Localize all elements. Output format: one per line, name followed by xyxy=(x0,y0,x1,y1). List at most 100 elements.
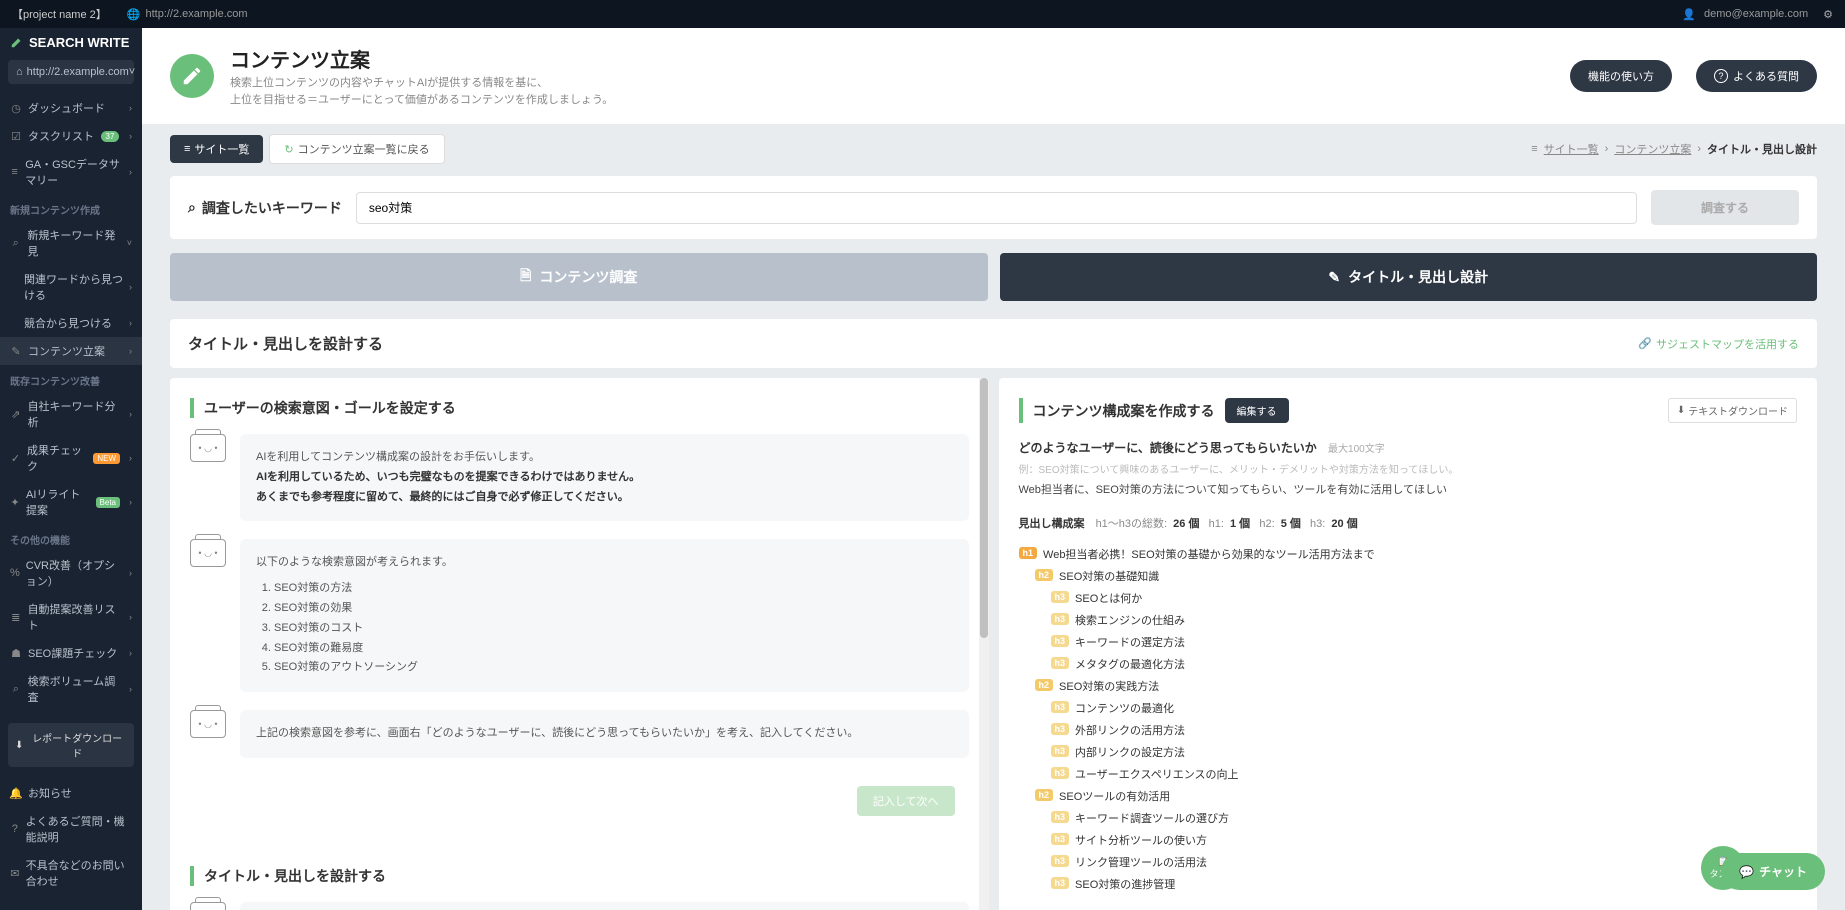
chevron-right-icon: › xyxy=(129,103,132,113)
nav-own-keyword[interactable]: ⇗自社キーワード分析› xyxy=(0,392,142,436)
search-icon: ⌕ xyxy=(188,199,196,216)
proceed-button[interactable]: 記入して次へ xyxy=(857,786,955,816)
outline-text: コンテンツの最適化 xyxy=(1075,700,1174,716)
doc-icon: 🗎 xyxy=(520,265,531,289)
link-icon: 🔗 xyxy=(1638,337,1652,350)
page-icon xyxy=(170,54,214,98)
outline-row[interactable]: h3リンク管理ツールの活用法 xyxy=(1019,851,1798,873)
page-description: 検索上位コンテンツの内容やチャットAIが提供する情報を基に、上位を目指せる＝ユー… xyxy=(230,75,1546,108)
outline-row[interactable]: h3 ユーザーエクスペリエンスの向上 xyxy=(1019,763,1798,785)
question-hint: 例：SEO対策について興味のあるユーザーに、メリット・デメリットや対策方法を知っ… xyxy=(1019,461,1798,476)
outline-row[interactable]: h3内部リンクの設定方法 xyxy=(1019,741,1798,763)
globe-icon: 🌐 xyxy=(127,8,141,21)
site-list-pill[interactable]: ≡サイト一覧 xyxy=(170,135,263,163)
outline-row[interactable]: h3SEOとは何か xyxy=(1019,587,1798,609)
question-icon: ? xyxy=(1714,69,1728,83)
question-label: どのようなユーザーに、読後にどう思ってもらいたいか xyxy=(1019,441,1317,455)
nav-result-check[interactable]: ✓成果チェックNEW› xyxy=(0,436,142,480)
user-icon: 👤 xyxy=(1682,8,1696,21)
scrollbar[interactable] xyxy=(979,378,989,910)
report-download-button[interactable]: ⬇レポートダウンロード xyxy=(8,723,134,767)
nav-section-new: 新規コンテンツ作成 xyxy=(0,194,142,221)
chat-float-button[interactable]: 💬 チャット xyxy=(1721,853,1825,890)
list-icon: ≣ xyxy=(10,611,22,623)
outline-row[interactable]: h3コンテンツの最適化 xyxy=(1019,697,1798,719)
right-panel: コンテンツ構成案を作成する 編集する ⬇テキストダウンロード どのようなユーザー… xyxy=(999,378,1818,910)
edit-button[interactable]: 編集する xyxy=(1225,398,1289,423)
heading-tag: h2 xyxy=(1035,569,1054,581)
outline-tree: h1Web担当者必携！SEO対策の基礎から効果的なツール活用方法までh2SEO対… xyxy=(1019,543,1798,895)
outline-row[interactable]: h3メタタグの最適化方法 xyxy=(1019,653,1798,675)
nav-seo-check[interactable]: ☗SEO課題チェック› xyxy=(0,639,142,667)
heading-tag: h3 xyxy=(1051,635,1070,647)
outline-text: リンク管理ツールの活用法 xyxy=(1075,854,1207,870)
logo[interactable]: SEARCH WRITE xyxy=(0,28,142,56)
outline-text: SEOツールの有効活用 xyxy=(1059,788,1170,804)
tab-title-heading[interactable]: ✎タイトル・見出し設計 xyxy=(1000,253,1818,301)
search-button[interactable]: 調査する xyxy=(1651,190,1799,225)
outline-row[interactable]: h3外部リンクの活用方法 xyxy=(1019,719,1798,741)
back-to-list-pill[interactable]: ↻コンテンツ立案一覧に戻る xyxy=(269,134,444,164)
search-icon: ⌕ xyxy=(10,237,21,249)
chevron-down-icon: ˅ xyxy=(129,66,135,78)
chat-bubble: 上記の検索意図を参考に、画面右「どのようなユーザーに、読後にどう思ってもらいたい… xyxy=(240,710,969,758)
text-download-button[interactable]: ⬇テキストダウンロード xyxy=(1668,398,1797,423)
section-title: タイトル・見出しを設計する xyxy=(188,333,383,354)
how-to-use-button[interactable]: 機能の使い方 xyxy=(1570,60,1672,92)
intent-item: SEO対策のコスト xyxy=(274,619,953,639)
outline-row[interactable]: h3 キーワードの選定方法 xyxy=(1019,631,1798,653)
nav-dashboard[interactable]: ◷ダッシュボード› xyxy=(0,94,142,122)
shield-icon: ☗ xyxy=(10,647,22,659)
site-selector[interactable]: ⌂http://2.example.com ˅ xyxy=(8,60,134,84)
nav-cvr[interactable]: %CVR改善（オプション）› xyxy=(0,551,142,595)
nav-ai-rewrite[interactable]: ✦AIリライト提案Beta› xyxy=(0,480,142,524)
settings-icon[interactable]: ⚙ xyxy=(1823,8,1833,21)
heading-tag: h3 xyxy=(1051,767,1070,779)
page-title: コンテンツ立案 xyxy=(230,44,1546,73)
nav-competitor[interactable]: 競合から見つける› xyxy=(0,309,142,337)
outline-row[interactable]: h2SEO対策の基礎知識 xyxy=(1019,565,1798,587)
outline-text: SEO対策の進捗管理 xyxy=(1075,876,1175,892)
chat-bubble: 以下のような検索意図が考えられます。 SEO対策の方法SEO対策の効果SEO対策… xyxy=(240,539,969,692)
left-heading-2: タイトル・見出しを設計する xyxy=(190,866,969,886)
nav-contact[interactable]: ✉不具合などのお問い合わせ xyxy=(0,851,142,895)
intent-item: SEO対策の効果 xyxy=(274,599,953,619)
tab-content-research[interactable]: 🗎コンテンツ調査 xyxy=(170,253,988,301)
heading-tag: h2 xyxy=(1035,789,1054,801)
nav-keyword-discovery[interactable]: ⌕新規キーワード発見˅ xyxy=(0,221,142,265)
nav-faq[interactable]: ?よくあるご質問・機能説明 xyxy=(0,807,142,851)
nav-related-words[interactable]: 関連ワードから見つける› xyxy=(0,265,142,309)
nav-tasklist[interactable]: ☑タスクリスト37› xyxy=(0,122,142,150)
chat-bubble: 理想的な見出し構成案は以下の通りです。 xyxy=(240,902,969,910)
outline-row[interactable]: h1Web担当者必携！SEO対策の基礎から効果的なツール活用方法まで xyxy=(1019,543,1798,565)
download-icon: ⬇ xyxy=(1677,405,1685,416)
outline-row[interactable]: h3サイト分析ツールの使い方 xyxy=(1019,829,1798,851)
heading-tag: h3 xyxy=(1051,657,1070,669)
bot-avatar: • ◡ • xyxy=(190,539,226,573)
breadcrumb-link[interactable]: コンテンツ立案 xyxy=(1614,141,1691,157)
faq-button[interactable]: ?よくある質問 xyxy=(1696,60,1817,92)
suggest-map-link[interactable]: 🔗サジェストマップを活用する xyxy=(1638,336,1799,352)
user-menu[interactable]: 👤demo@example.com xyxy=(1682,8,1808,21)
intent-item: SEO対策のアウトソーシング xyxy=(274,658,953,678)
nav-content-plan[interactable]: ✎コンテンツ立案› xyxy=(0,337,142,365)
heading-tag: h3 xyxy=(1051,591,1070,603)
outline-row[interactable]: h3検索エンジンの仕組み xyxy=(1019,609,1798,631)
nav-ga-gsc[interactable]: ≡GA・GSCデータサマリー› xyxy=(0,150,142,194)
outline-text: ユーザーエクスペリエンスの向上 xyxy=(1075,766,1238,782)
breadcrumb-link[interactable]: サイト一覧 xyxy=(1544,141,1599,157)
nav-auto-suggest[interactable]: ≣自動提案改善リスト› xyxy=(0,595,142,639)
outline-row[interactable]: h2 SEOツールの有効活用 xyxy=(1019,785,1798,807)
note-icon: ✎ xyxy=(10,345,22,357)
outline-text: 外部リンクの活用方法 xyxy=(1075,722,1185,738)
outline-text: キーワードの選定方法 xyxy=(1075,634,1185,650)
nav-news[interactable]: 🔔お知らせ xyxy=(0,779,142,807)
outline-text: Web担当者必携！SEO対策の基礎から効果的なツール活用方法まで xyxy=(1043,546,1375,562)
keyword-input[interactable] xyxy=(356,192,1637,224)
outline-row[interactable]: h2SEO対策の実践方法 xyxy=(1019,675,1798,697)
outline-text: サイト分析ツールの使い方 xyxy=(1075,832,1207,848)
outline-row[interactable]: h3SEO対策の進捗管理 xyxy=(1019,873,1798,895)
download-icon: ⬇ xyxy=(15,740,23,751)
nav-search-volume[interactable]: ⌕検索ボリューム調査› xyxy=(0,667,142,711)
outline-row[interactable]: h3キーワード調査ツールの選び方 xyxy=(1019,807,1798,829)
